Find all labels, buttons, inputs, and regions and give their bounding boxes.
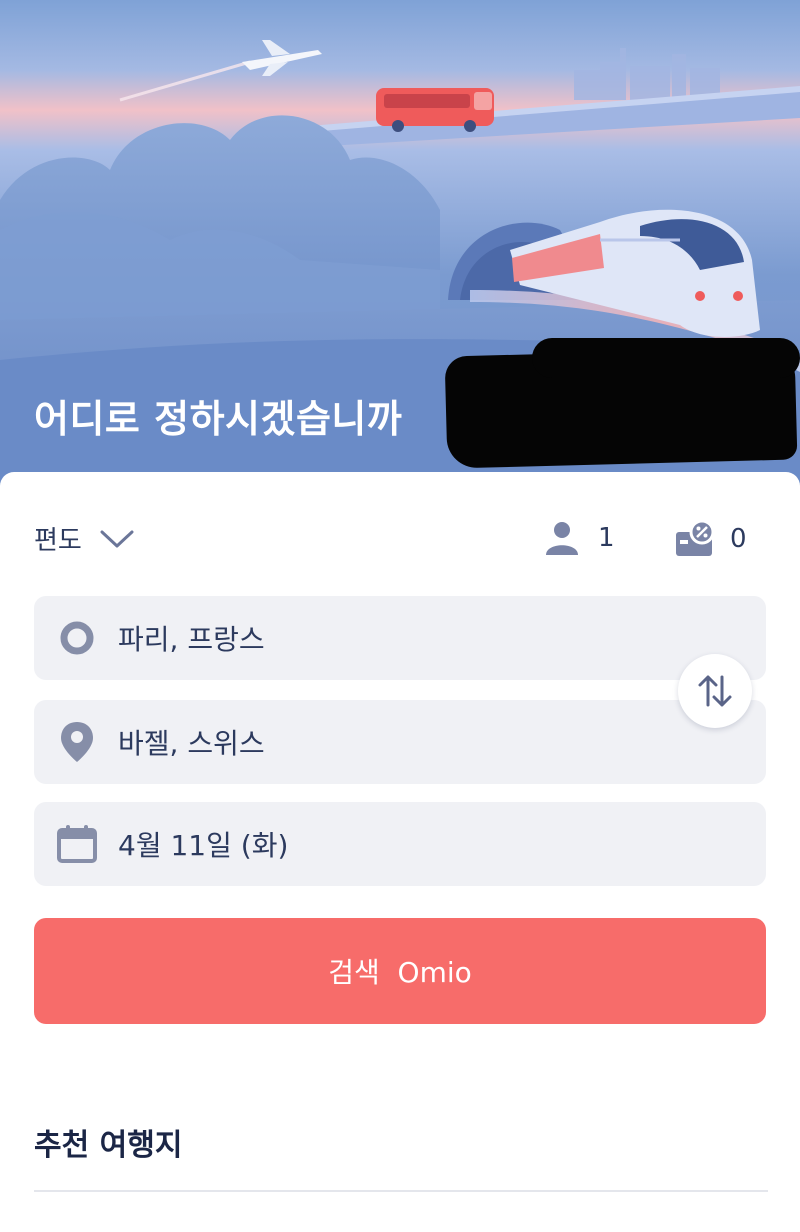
trip-type-selector[interactable]: 편도 [34, 520, 134, 557]
hero-title: 어디로 정하시겠습니까 [34, 397, 403, 441]
calendar-icon [56, 823, 98, 865]
bus-icon [376, 88, 494, 132]
redaction-overlay-tail [532, 338, 800, 378]
recommended-destinations-title: 추천 여행지 [34, 1128, 183, 1163]
discount-card-icon [676, 520, 715, 556]
chevron-down-icon [100, 530, 134, 547]
section-divider [34, 1190, 768, 1192]
destination-field[interactable]: 바젤, 스위스 [34, 700, 766, 784]
airplane-icon [242, 40, 322, 76]
destination-value: 바젤, 스위스 [118, 727, 265, 760]
swap-button[interactable] [678, 654, 752, 728]
passengers-selector[interactable]: 1 [544, 520, 615, 556]
origin-field[interactable]: 파리, 프랑스 [34, 596, 766, 680]
date-field[interactable]: 4월 11일 (화) [34, 802, 766, 886]
search-button-label: 검색 Omio [328, 956, 472, 989]
discount-cards-selector[interactable]: 0 [674, 520, 747, 558]
hero-banner: 어디로 정하시겠습니까 [0, 0, 800, 500]
search-button[interactable]: 검색 Omio [34, 918, 766, 1024]
discount-cards-count: 0 [730, 524, 747, 554]
origin-circle-icon [56, 617, 98, 659]
swap-arrows-icon [698, 675, 732, 707]
person-icon [546, 522, 578, 555]
passengers-count: 1 [598, 523, 615, 553]
location-pin-icon [56, 721, 98, 763]
origin-value: 파리, 프랑스 [118, 623, 265, 656]
date-value: 4월 11일 (화) [118, 829, 289, 862]
trip-type-label: 편도 [34, 526, 82, 556]
